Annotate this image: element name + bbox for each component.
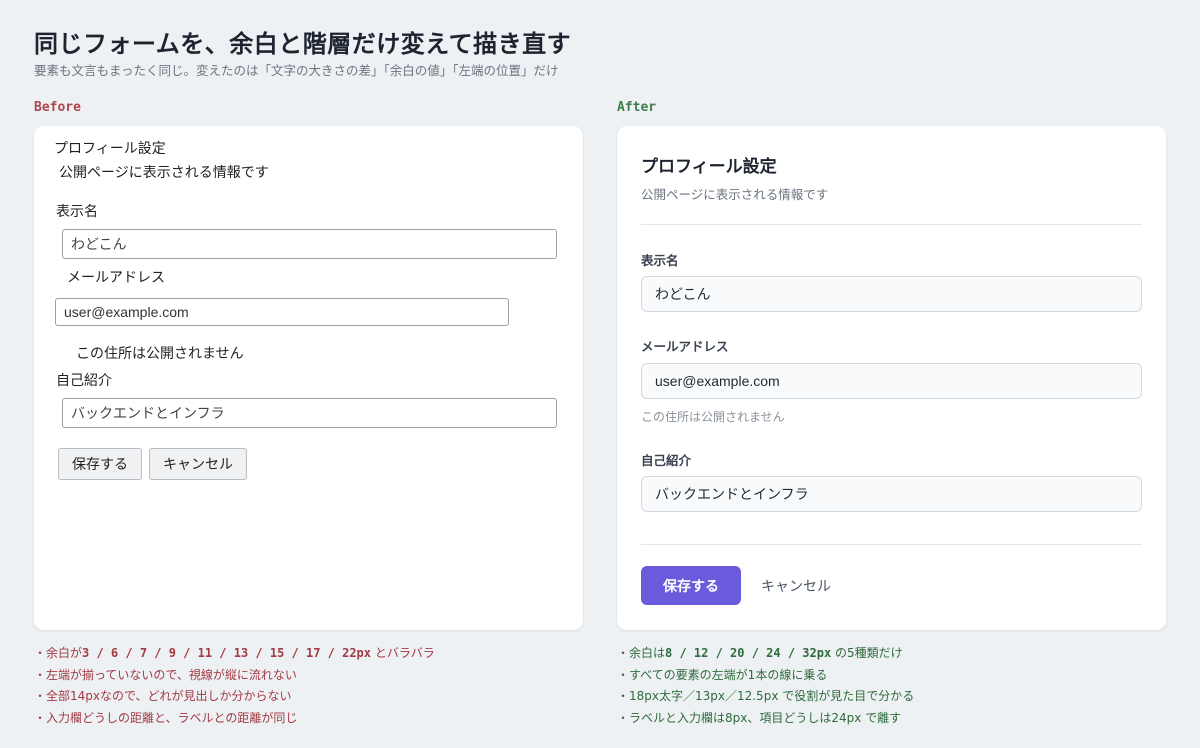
after-note-spacing-pre: ・余白は	[617, 646, 666, 660]
after-footer-divider	[641, 544, 1142, 545]
before-form-title: プロフィール設定	[54, 141, 166, 157]
page-subtitle: 要素も文言もまったく同じ。変えたのは「文字の大きさの差」「余白の値」「左端の位置…	[34, 63, 559, 78]
before-note-spacing: ・余白が3 / 6 / 7 / 9 / 11 / 13 / 15 / 17 / …	[34, 643, 435, 665]
after-header-divider	[641, 224, 1142, 225]
before-note-distance: ・入力欄どうしの距離と、ラベルとの距離が同じ	[34, 710, 298, 725]
before-note-alignment: ・左端が揃っていないので、視線が縦に流れない	[34, 667, 297, 682]
before-email-hint: この住所は公開されません	[76, 346, 244, 362]
after-email-input[interactable]: user@example.com	[641, 363, 1142, 399]
after-form-card: プロフィール設定 公開ページに表示される情報です 表示名 わどこん メールアドレ…	[617, 126, 1166, 630]
after-note-spacing: ・余白は8 / 12 / 20 / 24 / 32px の5種類だけ	[617, 643, 914, 665]
before-note-spacing-pre: ・余白が	[34, 646, 83, 660]
before-bio-input[interactable]: バックエンドとインフラ	[62, 398, 557, 428]
before-name-input[interactable]: わどこん	[62, 229, 557, 259]
before-email-label: メールアドレス	[67, 270, 165, 286]
after-cancel-button[interactable]: キャンセル	[761, 566, 831, 605]
after-name-input[interactable]: わどこん	[641, 276, 1142, 312]
before-note-typesize: ・全部14pxなので、どれが見出しか分からない	[34, 689, 292, 703]
after-form-title: プロフィール設定	[641, 157, 777, 177]
after-notes: ・余白は8 / 12 / 20 / 24 / 32px の5種類だけ ・すべての…	[617, 643, 914, 729]
after-note-spacing-post: の5種類だけ	[835, 646, 903, 660]
before-save-button[interactable]: 保存する	[58, 448, 142, 480]
before-form-card: プロフィール設定 公開ページに表示される情報です 表示名 わどこん メールアドレ…	[34, 126, 583, 630]
after-name-label: 表示名	[641, 253, 679, 268]
after-note-alignment: ・すべての要素の左端が1本の線に乗る	[617, 667, 828, 682]
after-note-spacing-values: 8 / 12 / 20 / 24 / 32px	[665, 646, 832, 660]
before-note-spacing-values: 3 / 6 / 7 / 9 / 11 / 13 / 15 / 17 / 22px	[82, 646, 371, 660]
before-name-label: 表示名	[56, 204, 98, 220]
before-bio-label: 自己紹介	[56, 373, 112, 389]
after-bio-input[interactable]: バックエンドとインフラ	[641, 476, 1142, 512]
before-label: Before	[34, 100, 81, 115]
after-label: After	[617, 100, 657, 115]
before-note-spacing-post: とバラバラ	[374, 646, 435, 660]
after-form-subtitle: 公開ページに表示される情報です	[641, 187, 829, 202]
after-email-label: メールアドレス	[641, 339, 729, 354]
before-notes: ・余白が3 / 6 / 7 / 9 / 11 / 13 / 15 / 17 / …	[34, 643, 435, 729]
before-form-subtitle: 公開ページに表示される情報です	[59, 165, 269, 181]
after-email-hint: この住所は公開されません	[641, 410, 785, 424]
after-note-distance: ・ラベルと入力欄は8px、項目どうしは24px で離す	[617, 710, 902, 725]
after-bio-label: 自己紹介	[641, 453, 692, 468]
page-title: 同じフォームを、余白と階層だけ変えて描き直す	[34, 30, 572, 58]
before-email-input[interactable]: user@example.com	[55, 298, 509, 326]
before-cancel-button[interactable]: キャンセル	[149, 448, 247, 480]
after-save-button[interactable]: 保存する	[641, 566, 741, 605]
after-note-typesize: ・18px太字／13px／12.5px で役割が見た目で分かる	[617, 689, 915, 703]
